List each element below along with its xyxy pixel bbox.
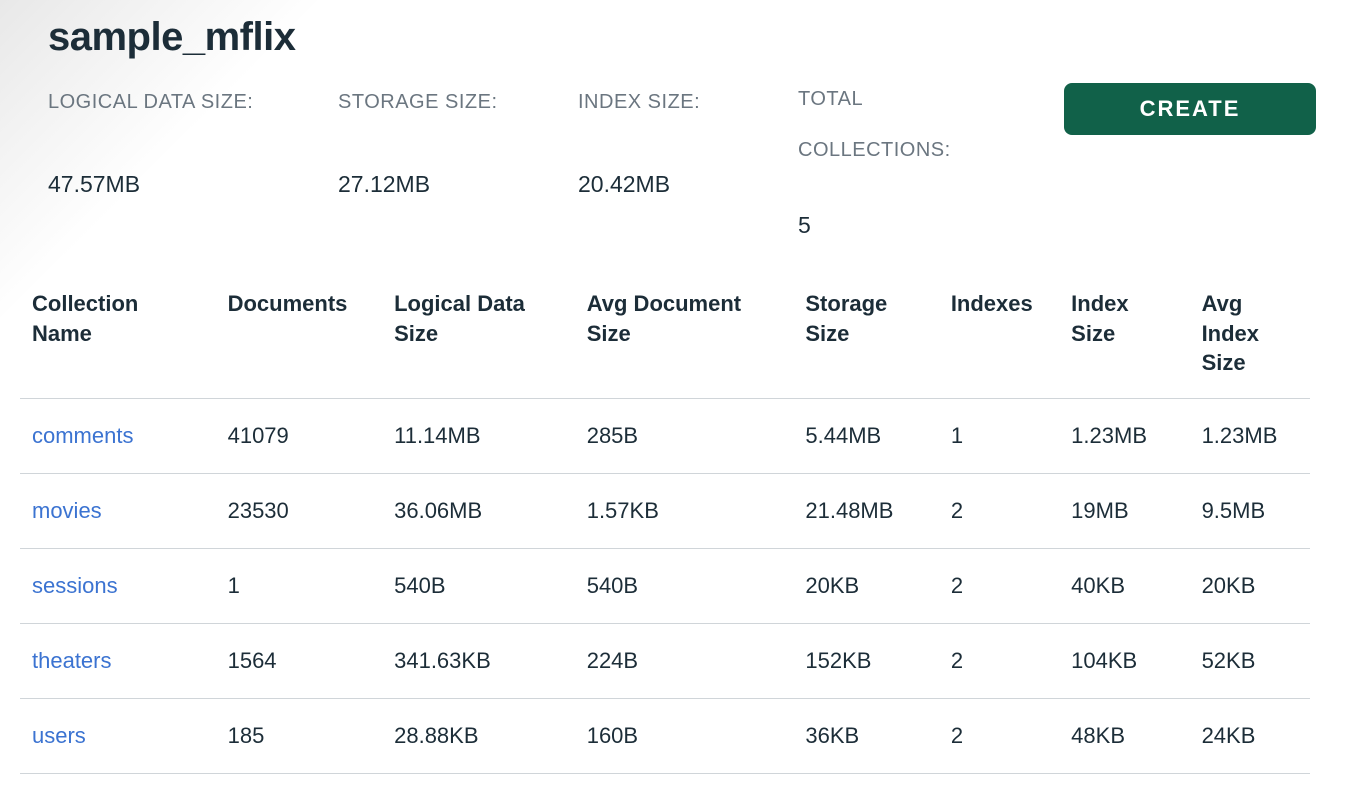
- stat-value: 27.12MB: [338, 171, 578, 198]
- cell-logical-size: 11.14MB: [382, 399, 575, 474]
- cell-documents: 41079: [216, 399, 383, 474]
- cell-avg-doc-size: 224B: [575, 624, 794, 699]
- cell-avg-doc-size: 160B: [575, 699, 794, 774]
- col-header-logical-size: Logical Data Size: [382, 279, 575, 399]
- collection-link[interactable]: sessions: [20, 549, 216, 624]
- cell-indexes: 2: [939, 624, 1059, 699]
- create-button[interactable]: CREATE: [1064, 83, 1316, 135]
- col-header-avg-index-size: Avg Index Size: [1190, 279, 1310, 399]
- table-row: theaters1564341.63KB224B152KB2104KB52KB: [20, 624, 1310, 699]
- table-row: users18528.88KB160B36KB248KB24KB: [20, 699, 1310, 774]
- cell-index-size: 1.23MB: [1059, 399, 1189, 474]
- cell-indexes: 1: [939, 399, 1059, 474]
- stat-label: TOTAL: [798, 88, 1058, 111]
- col-header-avg-doc-size: Avg Document Size: [575, 279, 794, 399]
- cell-index-size: 104KB: [1059, 624, 1189, 699]
- stat-index-size: INDEX SIZE: 20.42MB: [578, 88, 798, 198]
- stat-value: 20.42MB: [578, 171, 798, 198]
- stat-label: COLLECTIONS:: [798, 139, 1058, 162]
- cell-avg-index-size: 1.23MB: [1190, 399, 1310, 474]
- cell-avg-index-size: 24KB: [1190, 699, 1310, 774]
- stat-storage-size: STORAGE SIZE: 27.12MB: [338, 88, 578, 198]
- cell-indexes: 2: [939, 699, 1059, 774]
- cell-avg-index-size: 52KB: [1190, 624, 1310, 699]
- col-header-name: Collection Name: [20, 279, 216, 399]
- stats-row: LOGICAL DATA SIZE: 47.57MB STORAGE SIZE:…: [48, 88, 1351, 239]
- table-row: comments4107911.14MB285B5.44MB11.23MB1.2…: [20, 399, 1310, 474]
- cell-index-size: 40KB: [1059, 549, 1189, 624]
- database-title: sample_mflix: [48, 15, 1351, 60]
- collection-link[interactable]: users: [20, 699, 216, 774]
- collection-link[interactable]: theaters: [20, 624, 216, 699]
- table-row: sessions1540B540B20KB240KB20KB: [20, 549, 1310, 624]
- stat-label: STORAGE SIZE:: [338, 88, 578, 116]
- cell-avg-index-size: 9.5MB: [1190, 474, 1310, 549]
- cell-storage-size: 36KB: [793, 699, 938, 774]
- stat-total-collections: TOTAL COLLECTIONS: 5: [798, 88, 1058, 239]
- col-header-documents: Documents: [216, 279, 383, 399]
- table-row: movies2353036.06MB1.57KB21.48MB219MB9.5M…: [20, 474, 1310, 549]
- stat-label: INDEX SIZE:: [578, 88, 798, 116]
- col-header-storage-size: Storage Size: [793, 279, 938, 399]
- cell-storage-size: 5.44MB: [793, 399, 938, 474]
- collections-table: Collection Name Documents Logical Data S…: [20, 279, 1310, 774]
- cell-logical-size: 28.88KB: [382, 699, 575, 774]
- stat-value: 47.57MB: [48, 171, 338, 198]
- cell-logical-size: 341.63KB: [382, 624, 575, 699]
- stat-value: 5: [798, 212, 1058, 239]
- stat-logical-data-size: LOGICAL DATA SIZE: 47.57MB: [48, 88, 338, 198]
- cell-storage-size: 20KB: [793, 549, 938, 624]
- cell-storage-size: 21.48MB: [793, 474, 938, 549]
- cell-documents: 1564: [216, 624, 383, 699]
- collection-link[interactable]: comments: [20, 399, 216, 474]
- cell-avg-doc-size: 540B: [575, 549, 794, 624]
- col-header-index-size: Index Size: [1059, 279, 1189, 399]
- cell-logical-size: 540B: [382, 549, 575, 624]
- cell-index-size: 48KB: [1059, 699, 1189, 774]
- cell-storage-size: 152KB: [793, 624, 938, 699]
- cell-avg-doc-size: 285B: [575, 399, 794, 474]
- cell-documents: 185: [216, 699, 383, 774]
- cell-avg-index-size: 20KB: [1190, 549, 1310, 624]
- cell-index-size: 19MB: [1059, 474, 1189, 549]
- table-header-row: Collection Name Documents Logical Data S…: [20, 279, 1310, 399]
- collection-link[interactable]: movies: [20, 474, 216, 549]
- cell-avg-doc-size: 1.57KB: [575, 474, 794, 549]
- cell-logical-size: 36.06MB: [382, 474, 575, 549]
- cell-indexes: 2: [939, 474, 1059, 549]
- col-header-indexes: Indexes: [939, 279, 1059, 399]
- stat-label: LOGICAL DATA SIZE:: [48, 88, 338, 116]
- cell-documents: 1: [216, 549, 383, 624]
- cell-documents: 23530: [216, 474, 383, 549]
- cell-indexes: 2: [939, 549, 1059, 624]
